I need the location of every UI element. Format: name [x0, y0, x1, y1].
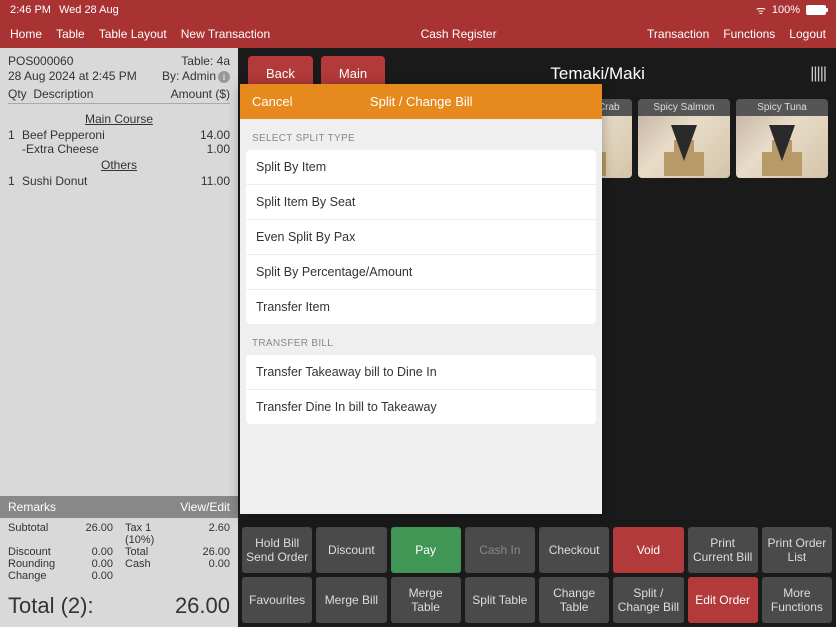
wifi-icon: ᯤ [756, 3, 766, 18]
split-by-percentage-option[interactable]: Split By Percentage/Amount [246, 255, 596, 290]
split-type-list: Split By Item Split Item By Seat Even Sp… [246, 150, 596, 324]
merge-table-button[interactable]: Merge Table [391, 577, 461, 623]
rounding-value: 0.00 [61, 558, 126, 570]
line-item[interactable]: 1 Sushi Donut 11.00 [8, 174, 230, 188]
barcode-icon[interactable]: ||||| [810, 65, 826, 83]
discount-button[interactable]: Discount [316, 527, 386, 573]
cash-label: Cash [125, 558, 178, 570]
transfer-bill-label: TRANSFER BILL [240, 324, 602, 355]
edit-order-button[interactable]: Edit Order [688, 577, 758, 623]
print-current-bill-button[interactable]: Print Current Bill [688, 527, 758, 573]
table-id: Table: 4a [181, 54, 230, 68]
transfer-takeaway-to-dinein-option[interactable]: Transfer Takeaway bill to Dine In [246, 355, 596, 390]
change-label: Change [8, 570, 61, 582]
remarks-bar[interactable]: Remarks View/Edit [0, 496, 238, 518]
split-table-button[interactable]: Split Table [465, 577, 535, 623]
modal-title: Split / Change Bill [292, 94, 550, 109]
receipt-pane: POS000060 Table: 4a 28 Aug 2024 at 2:45 … [0, 48, 238, 627]
section-main-course: Main Course [8, 112, 230, 126]
tax-value: 2.60 [178, 522, 231, 546]
menu-transaction[interactable]: Transaction [647, 27, 709, 41]
split-by-item-option[interactable]: Split By Item [246, 150, 596, 185]
even-split-by-pax-option[interactable]: Even Split By Pax [246, 220, 596, 255]
transfer-dinein-to-takeaway-option[interactable]: Transfer Dine In bill to Takeaway [246, 390, 596, 424]
cash-value: 0.00 [178, 558, 231, 570]
line-item[interactable]: 1 Beef Pepperoni 14.00 [8, 128, 230, 142]
subtotal-value: 26.00 [61, 522, 126, 546]
remarks-label: Remarks [8, 500, 56, 514]
product-card[interactable]: Spicy Tuna [736, 99, 828, 178]
battery-icon [806, 5, 826, 15]
status-time: 2:46 PM [10, 4, 51, 16]
menu-table[interactable]: Table [56, 27, 85, 41]
change-value: 0.00 [61, 570, 126, 582]
void-button[interactable]: Void [613, 527, 683, 573]
checkout-button[interactable]: Checkout [539, 527, 609, 573]
battery-percent: 100% [772, 4, 800, 16]
menu-title: Cash Register [284, 27, 633, 41]
change-table-button[interactable]: Change Table [539, 577, 609, 623]
col-desc: Description [33, 87, 93, 101]
cash-in-button[interactable]: Cash In [465, 527, 535, 573]
grand-total-value: 26.00 [175, 593, 230, 619]
menu-logout[interactable]: Logout [789, 27, 826, 41]
discount-value: 0.00 [61, 546, 126, 558]
receipt-by: By: Admini [162, 69, 230, 83]
category-title: Temaki/Maki [393, 64, 802, 84]
select-split-type-label: SELECT SPLIT TYPE [240, 119, 602, 150]
transfer-item-option[interactable]: Transfer Item [246, 290, 596, 324]
line-modifier[interactable]: -Extra Cheese 1.00 [8, 142, 230, 156]
split-item-by-seat-option[interactable]: Split Item By Seat [246, 185, 596, 220]
view-edit-link[interactable]: View/Edit [180, 500, 230, 514]
grand-total: Total (2): 26.00 [0, 586, 238, 627]
split-change-bill-modal: Cancel Split / Change Bill SELECT SPLIT … [240, 84, 602, 514]
menu-new-transaction[interactable]: New Transaction [181, 27, 270, 41]
menu-table-layout[interactable]: Table Layout [99, 27, 167, 41]
product-image [736, 116, 828, 178]
rounding-label: Rounding [8, 558, 61, 570]
total-label: Total [125, 546, 178, 558]
col-qty: Qty [8, 87, 27, 101]
col-amount: Amount ($) [171, 87, 230, 101]
status-date: Wed 28 Aug [59, 4, 119, 16]
product-image [638, 116, 730, 178]
discount-label: Discount [8, 546, 61, 558]
menu-functions[interactable]: Functions [723, 27, 775, 41]
more-functions-button[interactable]: More Functions [762, 577, 832, 623]
modal-cancel-button[interactable]: Cancel [252, 94, 292, 109]
receipt-datetime: 28 Aug 2024 at 2:45 PM [8, 69, 137, 83]
menu-home[interactable]: Home [10, 27, 42, 41]
product-card[interactable]: Spicy Salmon [638, 99, 730, 178]
menu-bar: Home Table Table Layout New Transaction … [0, 20, 836, 48]
hold-bill-button[interactable]: Hold Bill Send Order [242, 527, 312, 573]
status-bar: 2:46 PM Wed 28 Aug ᯤ 100% [0, 0, 836, 20]
merge-bill-button[interactable]: Merge Bill [316, 577, 386, 623]
grand-total-label: Total (2): [8, 593, 94, 619]
tax-label: Tax 1 (10%) [125, 522, 178, 546]
pay-button[interactable]: Pay [391, 527, 461, 573]
section-others: Others [8, 158, 230, 172]
total-value: 26.00 [178, 546, 231, 558]
favourites-button[interactable]: Favourites [242, 577, 312, 623]
pos-id: POS000060 [8, 54, 73, 68]
function-buttons: Hold Bill Send Order Discount Pay Cash I… [238, 523, 836, 627]
print-order-list-button[interactable]: Print Order List [762, 527, 832, 573]
split-change-bill-button[interactable]: Split / Change Bill [613, 577, 683, 623]
transfer-bill-list: Transfer Takeaway bill to Dine In Transf… [246, 355, 596, 424]
subtotal-label: Subtotal [8, 522, 61, 546]
info-icon[interactable]: i [218, 71, 230, 83]
